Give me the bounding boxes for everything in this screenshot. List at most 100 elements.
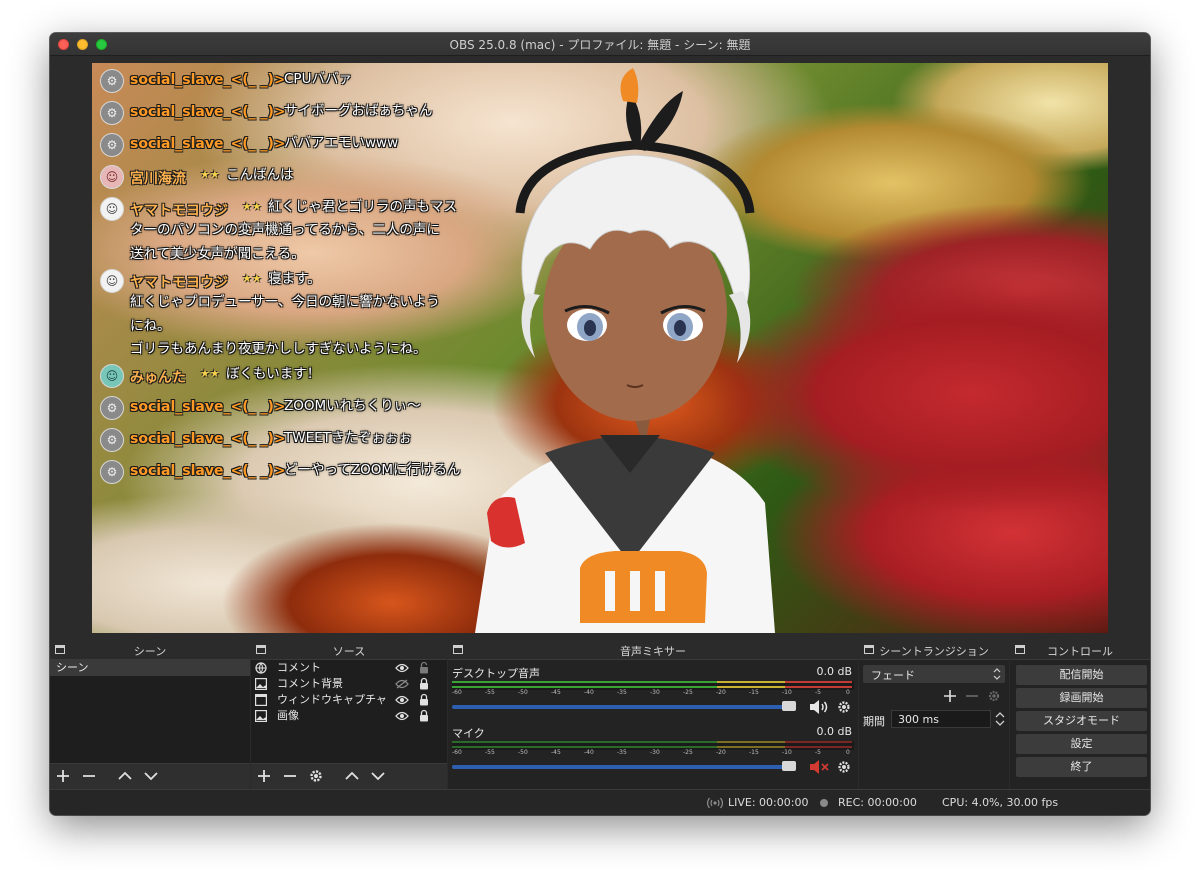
unlocked-icon[interactable] — [419, 661, 429, 674]
move-source-up-button[interactable] — [343, 767, 361, 785]
visibility-eye-icon[interactable] — [395, 695, 409, 705]
controls-panel: コントロール 配信開始 録画開始 スタジオモード 設定 終了 — [1010, 641, 1150, 789]
chat-username: みゅんた — [130, 370, 186, 386]
member-badge-icon: ★★ — [242, 272, 262, 285]
add-source-button[interactable] — [255, 767, 273, 785]
browser-icon — [255, 662, 267, 674]
channel-name: デスクトップ音声 — [452, 667, 540, 680]
scenes-toolbar — [50, 763, 250, 789]
meter-scale: -60 -55 -50 -45 -40 -35 -30 -25 -20 -15 -10 -5 0 — [452, 689, 850, 696]
chat-username: social_slave_<(_ _)> — [130, 463, 286, 479]
duration-label: 期間 — [863, 715, 885, 728]
live-timer: LIVE: 00:00:00 — [728, 796, 809, 809]
source-label: コメント背景 — [277, 677, 343, 690]
chat-username: 宮川海流 — [130, 171, 186, 187]
lock-icon[interactable] — [419, 693, 429, 706]
start-streaming-button[interactable]: 配信開始 — [1016, 665, 1147, 685]
studio-mode-button[interactable]: スタジオモード — [1016, 711, 1147, 731]
muted-speaker-icon[interactable] — [808, 759, 830, 775]
remove-source-button[interactable] — [281, 767, 299, 785]
chat-text: TWEETきたぞぉぉぉ — [284, 430, 412, 446]
scene-list-item[interactable]: シーン — [50, 660, 250, 676]
source-label: 画像 — [277, 709, 299, 722]
sources-panel: ソース コメント コメント背景 ウィンドウキャプチャ 画像 — [251, 641, 447, 789]
gear-icon[interactable] — [836, 759, 852, 775]
channel-db: 0.0 dB — [816, 725, 852, 738]
controls-panel-header: コントロール — [1010, 641, 1150, 660]
volume-slider[interactable] — [452, 761, 796, 771]
volume-slider-thumb[interactable] — [782, 701, 796, 711]
source-item[interactable]: コメント — [251, 660, 447, 676]
chat-username: social_slave_<(_ _)> — [130, 431, 286, 447]
duration-stepper[interactable] — [994, 710, 1006, 728]
source-item[interactable]: 画像 — [251, 708, 447, 724]
chat-overlay: ⚙ social_slave_<(_ _)> CPUババァ ⚙ social_s… — [92, 63, 492, 503]
user-avatar-icon: ☺ — [100, 269, 124, 293]
add-transition-button[interactable] — [943, 689, 957, 703]
mixer-title: 音声ミキサー — [620, 645, 686, 658]
mixer-channel-desktop: デスクトップ音声 0.0 dB -60 -55 -50 -45 -40 -35 -30 -25… — [452, 665, 854, 723]
scenes-title: シーン — [133, 645, 167, 658]
lock-icon[interactable] — [419, 709, 429, 722]
user-avatar-icon: ☺ — [100, 165, 124, 189]
chat-username: social_slave_<(_ _)> — [130, 136, 286, 152]
start-recording-button[interactable]: 録画開始 — [1016, 688, 1147, 708]
transition-select[interactable]: フェード — [863, 665, 1005, 683]
remove-scene-button[interactable] — [80, 767, 98, 785]
volume-slider[interactable] — [452, 701, 796, 711]
meter-scale: -60 -55 -50 -45 -40 -35 -30 -25 -20 -15 -10 -5 0 — [452, 749, 850, 756]
mixer-panel-header: 音声ミキサー — [448, 641, 858, 660]
image-icon — [255, 678, 267, 690]
transitions-title: シーントランジション — [879, 645, 989, 658]
source-label: ウィンドウキャプチャ — [277, 693, 387, 706]
volume-slider-thumb[interactable] — [782, 761, 796, 771]
preview-canvas[interactable]: ⚙ social_slave_<(_ _)> CPUババァ ⚙ social_s… — [92, 63, 1108, 633]
sources-list[interactable]: コメント コメント背景 ウィンドウキャプチャ 画像 — [251, 660, 447, 764]
window-capture-icon — [255, 694, 267, 706]
chat-text: ターのパソコンの変声機通ってるから、二人の声に 送れて美少女声が聞こえる。 — [130, 222, 440, 262]
user-avatar-icon: ☺ — [100, 197, 124, 221]
settings-button[interactable]: 設定 — [1016, 734, 1147, 754]
visibility-eye-icon[interactable] — [395, 711, 409, 721]
duration-input[interactable]: 300 ms — [891, 710, 991, 728]
rec-timer: REC: 00:00:00 — [838, 796, 917, 809]
chevron-up-down-icon — [993, 668, 1001, 680]
sources-panel-header: ソース — [251, 641, 447, 660]
gear-icon: ⚙ — [100, 133, 124, 157]
window-title: OBS 25.0.8 (mac) - プロファイル: 無題 - シーン: 無題 — [449, 38, 751, 52]
add-scene-button[interactable] — [54, 767, 72, 785]
scenes-list[interactable]: シーン — [50, 660, 250, 764]
channel-name: マイク — [452, 727, 485, 740]
move-scene-up-button[interactable] — [116, 767, 134, 785]
transition-gear-icon[interactable] — [987, 689, 1001, 703]
visibility-eye-hidden-icon[interactable] — [395, 679, 409, 689]
source-properties-gear-icon[interactable] — [307, 767, 325, 785]
lock-icon[interactable] — [419, 677, 429, 690]
speaker-icon[interactable] — [808, 699, 830, 715]
chat-text: 寝ます。 — [268, 271, 321, 287]
broadcast-icon — [707, 797, 723, 809]
status-bar: LIVE: 00:00:00 REC: 00:00:00 CPU: 4.0%, … — [50, 789, 1150, 815]
chat-text: ババアエモいwww — [284, 135, 399, 151]
image-icon — [255, 710, 267, 722]
chat-username: ヤマトモヨウジ — [130, 275, 228, 291]
visibility-eye-icon[interactable] — [395, 663, 409, 673]
remove-transition-button[interactable] — [965, 689, 979, 703]
move-scene-down-button[interactable] — [142, 767, 160, 785]
chat-text: サイボーグおばぁちゃん — [284, 103, 433, 119]
user-avatar-icon: ☺ — [100, 364, 124, 388]
gear-icon[interactable] — [836, 699, 852, 715]
channel-db: 0.0 dB — [816, 665, 852, 678]
gear-icon: ⚙ — [100, 101, 124, 125]
source-item[interactable]: コメント背景 — [251, 676, 447, 692]
chat-username: social_slave_<(_ _)> — [130, 104, 286, 120]
record-dot-icon — [820, 799, 828, 807]
move-source-down-button[interactable] — [369, 767, 387, 785]
chat-username: ヤマトモヨウジ — [130, 203, 228, 219]
sources-toolbar — [251, 763, 447, 789]
chat-text: 紅くじゃ君とゴリラの声もマス — [268, 199, 457, 215]
scene-transitions-panel: シーントランジション フェード 期間 300 ms — [859, 641, 1009, 789]
source-item[interactable]: ウィンドウキャプチャ — [251, 692, 447, 708]
chat-text: 紅くじゃプロデューサー、今日の朝に響かないよう にね。 ゴリラもあんまり夜更かししす… — [130, 294, 440, 357]
exit-button[interactable]: 終了 — [1016, 757, 1147, 777]
